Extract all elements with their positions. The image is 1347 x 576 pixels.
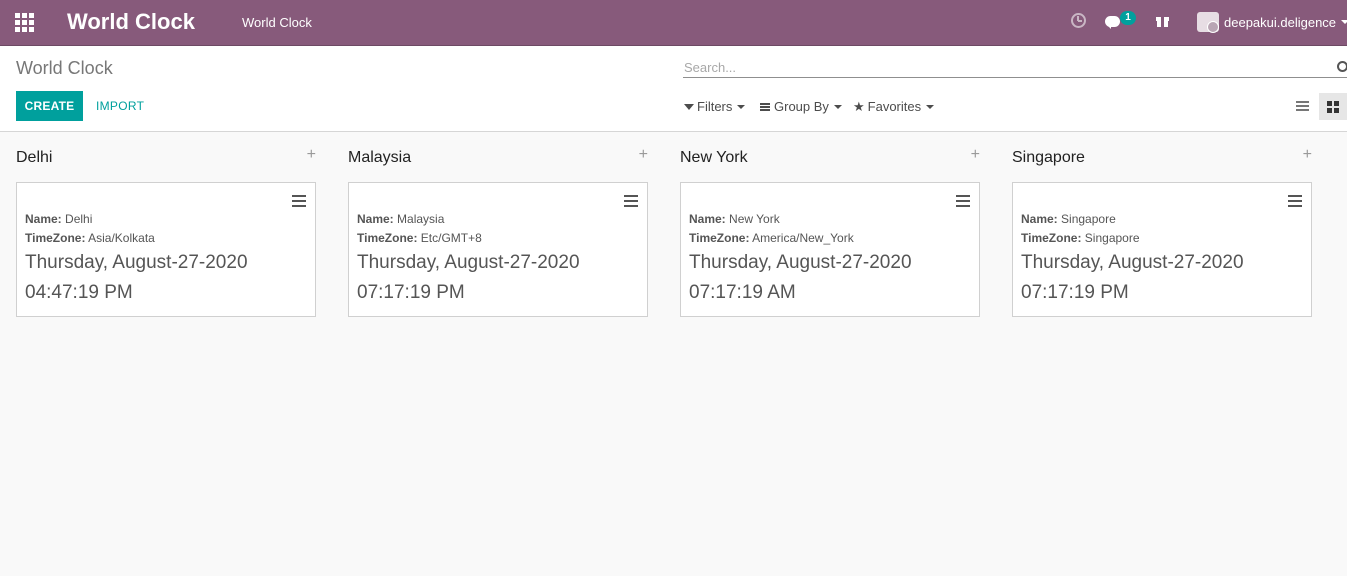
- card-time: 07:17:19 PM: [1021, 282, 1129, 303]
- timezone-label: TimeZone:: [1021, 231, 1082, 245]
- activity-clock-icon[interactable]: [1071, 13, 1086, 28]
- card-menu-icon[interactable]: [956, 195, 970, 207]
- card-name-row: Name: New York: [689, 212, 780, 226]
- caret-down-icon: [833, 105, 842, 109]
- timezone-label: TimeZone:: [689, 231, 750, 245]
- list-view-button[interactable]: [1288, 93, 1316, 119]
- card-timezone-row: TimeZone: Singapore: [1021, 231, 1140, 245]
- card-menu-icon[interactable]: [624, 195, 638, 207]
- card-timezone-row: TimeZone: Etc/GMT+8: [357, 231, 482, 245]
- menu-item-world-clock[interactable]: World Clock: [242, 15, 312, 30]
- control-panel: World Clock CREATE IMPORT Filters Group …: [0, 46, 1347, 132]
- card-name-row: Name: Delhi: [25, 212, 92, 226]
- card-timezone-row: TimeZone: America/New_York: [689, 231, 854, 245]
- search-input[interactable]: [684, 58, 1324, 76]
- name-label: Name:: [689, 212, 726, 226]
- favorites-label: Favorites: [867, 99, 922, 114]
- caret-down-icon[interactable]: [1341, 20, 1347, 24]
- card-name-row: Name: Malaysia: [357, 212, 444, 226]
- card-timezone-row: TimeZone: Asia/Kolkata: [25, 231, 155, 245]
- bars-icon: [760, 103, 770, 111]
- name-value: New York: [729, 212, 780, 226]
- app-brand[interactable]: World Clock: [67, 8, 195, 36]
- plus-icon[interactable]: +: [971, 146, 980, 164]
- plus-icon[interactable]: +: [1303, 146, 1312, 164]
- timezone-value: Singapore: [1084, 231, 1140, 245]
- favorites-dropdown[interactable]: ★ Favorites: [853, 99, 935, 115]
- user-avatar[interactable]: [1197, 12, 1219, 33]
- filter-icon: [684, 104, 694, 110]
- name-label: Name:: [25, 212, 62, 226]
- timezone-label: TimeZone:: [25, 231, 86, 245]
- filters-label: Filters: [697, 99, 733, 114]
- name-value: Delhi: [65, 212, 93, 226]
- kanban-card[interactable]: Name: New York TimeZone: America/New_Yor…: [680, 182, 980, 317]
- column-title: Delhi: [16, 149, 53, 166]
- card-name-row: Name: Singapore: [1021, 212, 1116, 226]
- chat-icon[interactable]: [1105, 16, 1120, 29]
- timezone-label: TimeZone:: [357, 231, 418, 245]
- column-title: New York: [680, 149, 748, 166]
- apps-menu-icon[interactable]: [15, 13, 34, 32]
- name-label: Name:: [357, 212, 394, 226]
- timezone-value: America/New_York: [752, 231, 854, 245]
- kanban-view-button[interactable]: [1319, 93, 1347, 120]
- timezone-value: Etc/GMT+8: [420, 231, 482, 245]
- create-button[interactable]: CREATE: [16, 91, 83, 121]
- kanban-card[interactable]: Name: Singapore TimeZone: Singapore Thur…: [1012, 182, 1312, 317]
- card-time: 07:17:19 AM: [689, 282, 796, 303]
- groupby-label: Group By: [774, 99, 829, 114]
- search-bar: [683, 57, 1347, 78]
- column-title: Malaysia: [348, 149, 412, 166]
- chat-notification-badge: 1: [1120, 11, 1136, 25]
- card-time: 04:47:19 PM: [25, 282, 133, 303]
- kanban-card[interactable]: Name: Malaysia TimeZone: Etc/GMT+8 Thurs…: [348, 182, 648, 317]
- name-value: Malaysia: [397, 212, 445, 226]
- caret-down-icon: [737, 105, 746, 109]
- import-button[interactable]: IMPORT: [92, 91, 148, 121]
- card-time: 07:17:19 PM: [357, 282, 465, 303]
- name-value: Singapore: [1061, 212, 1116, 226]
- card-menu-icon[interactable]: [1288, 195, 1302, 207]
- groupby-dropdown[interactable]: Group By: [760, 99, 842, 114]
- plus-icon[interactable]: +: [307, 146, 316, 164]
- caret-down-icon: [926, 105, 935, 109]
- breadcrumb: World Clock: [16, 58, 113, 78]
- card-date: Thursday, August-27-2020: [689, 252, 912, 273]
- card-date: Thursday, August-27-2020: [357, 252, 580, 273]
- timezone-value: Asia/Kolkata: [88, 231, 155, 245]
- kanban-card[interactable]: Name: Delhi TimeZone: Asia/Kolkata Thurs…: [16, 182, 316, 317]
- card-date: Thursday, August-27-2020: [25, 252, 248, 273]
- card-menu-icon[interactable]: [292, 195, 306, 207]
- user-menu[interactable]: deepakui.deligence: [1224, 15, 1336, 30]
- filters-dropdown[interactable]: Filters: [684, 99, 746, 114]
- card-date: Thursday, August-27-2020: [1021, 252, 1244, 273]
- star-icon: ★: [853, 99, 865, 114]
- plus-icon[interactable]: +: [639, 146, 648, 164]
- column-title: Singapore: [1012, 149, 1085, 166]
- gift-icon[interactable]: [1156, 15, 1169, 27]
- name-label: Name:: [1021, 212, 1058, 226]
- top-navbar: World Clock World Clock 1 deepakui.delig…: [0, 0, 1347, 46]
- search-icon[interactable]: [1337, 61, 1347, 72]
